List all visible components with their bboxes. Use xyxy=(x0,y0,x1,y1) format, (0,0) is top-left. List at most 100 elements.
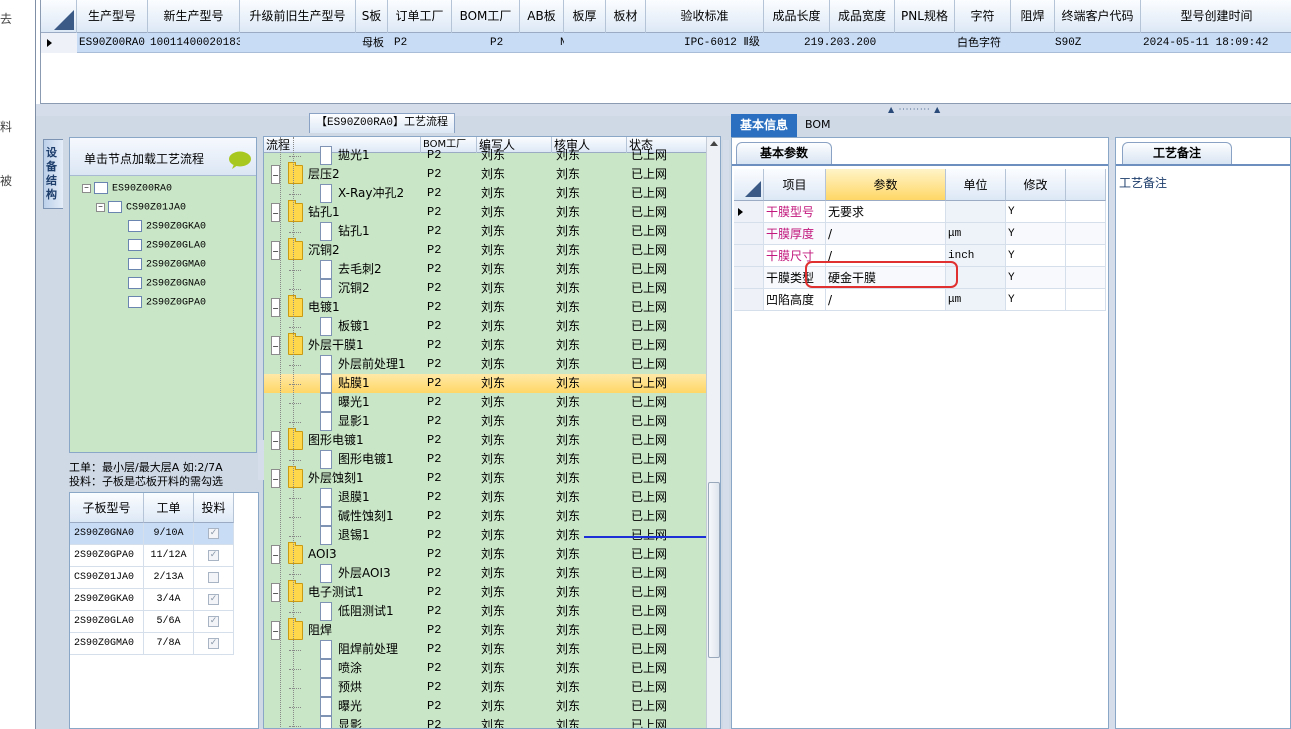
table-row[interactable]: ES90Z00RA0 10011400020183 母板 P2 P2 N IPC… xyxy=(41,33,1291,53)
process-row[interactable]: 外层前处理1 P2 刘东 刘东 已上网 xyxy=(264,355,706,374)
process-row[interactable]: 碱性蚀刻1 P2 刘东 刘东 已上网 xyxy=(264,507,706,526)
tab-process-remark[interactable]: 工艺备注 xyxy=(1122,142,1232,164)
col-header[interactable]: AB板 xyxy=(520,0,564,33)
order-cell[interactable]: 9/10A xyxy=(144,523,194,545)
tree-node-root[interactable]: − ES90Z00RA0 xyxy=(82,182,172,195)
collapse-icon[interactable]: − xyxy=(82,183,91,193)
param-value[interactable]: / xyxy=(826,289,946,311)
col-header[interactable]: BOM工厂 xyxy=(452,0,520,33)
feed-cell[interactable]: ✓ xyxy=(194,545,234,567)
process-row[interactable]: − 电镀1 P2 刘东 刘东 已上网 xyxy=(264,295,706,317)
process-row[interactable]: − 阻焊 P2 刘东 刘东 已上网 xyxy=(264,618,706,640)
feed-cell[interactable]: ✓ xyxy=(194,589,234,611)
vertical-splitter[interactable] xyxy=(723,140,729,729)
scroll-up-icon[interactable] xyxy=(710,141,718,146)
process-scrollbar[interactable] xyxy=(706,137,720,728)
collapse-icon[interactable]: − xyxy=(96,202,105,212)
col-header[interactable]: 子板型号 xyxy=(70,493,144,523)
feed-checkbox[interactable]: ✓ xyxy=(208,638,219,649)
collapse-icon[interactable]: − xyxy=(271,431,280,450)
col-header[interactable]: 订单工厂 xyxy=(388,0,452,33)
col-header[interactable]: 单位 xyxy=(946,169,1006,201)
process-row[interactable]: − 外层干膜1 P2 刘东 刘东 已上网 xyxy=(264,333,706,355)
process-row[interactable]: 图形电镀1 P2 刘东 刘东 已上网 xyxy=(264,450,706,469)
col-header[interactable]: 阻焊 xyxy=(1011,0,1055,33)
tree-node-leaf[interactable]: 2S90Z0GKA0 xyxy=(128,220,206,233)
table-row[interactable]: 2S90Z0GPA0 xyxy=(70,545,144,567)
tree-node-leaf[interactable]: 2S90Z0GNA0 xyxy=(128,277,206,290)
order-cell[interactable]: 5/6A xyxy=(144,611,194,633)
process-row[interactable]: − 钻孔1 P2 刘东 刘东 已上网 xyxy=(264,200,706,222)
col-header[interactable]: 终端客户代码 xyxy=(1055,0,1141,33)
process-row[interactable]: 沉铜2 P2 刘东 刘东 已上网 xyxy=(264,279,706,298)
corner-cell[interactable] xyxy=(41,0,77,33)
process-row[interactable]: − 图形电镀1 P2 刘东 刘东 已上网 xyxy=(264,428,706,450)
process-row[interactable]: 显影1 P2 刘东 刘东 已上网 xyxy=(264,412,706,431)
param-modify[interactable]: Y xyxy=(1006,267,1066,289)
process-row[interactable]: 喷涂 P2 刘东 刘东 已上网 xyxy=(264,659,706,678)
collapse-icon[interactable]: − xyxy=(271,621,280,640)
feed-checkbox[interactable]: ✓ xyxy=(208,550,219,561)
col-header[interactable]: S板 xyxy=(356,0,388,33)
param-unit[interactable]: μm xyxy=(946,223,1006,245)
process-row[interactable]: − AOI3 P2 刘东 刘东 已上网 xyxy=(264,542,706,564)
collapse-icon[interactable]: − xyxy=(271,298,280,317)
col-header[interactable]: 工单 xyxy=(144,493,194,523)
process-row[interactable]: 板镀1 P2 刘东 刘东 已上网 xyxy=(264,317,706,336)
param-unit[interactable] xyxy=(946,201,1006,223)
tree-node-child[interactable]: − CS90Z01JA0 xyxy=(96,201,186,214)
process-row[interactable]: 预烘 P2 刘东 刘东 已上网 xyxy=(264,678,706,697)
tab-basic-info[interactable]: 基本信息 xyxy=(731,114,797,137)
param-value[interactable]: 无要求 xyxy=(826,201,946,223)
param-unit[interactable]: μm xyxy=(946,289,1006,311)
param-modify[interactable]: Y xyxy=(1006,289,1066,311)
scroll-thumb[interactable] xyxy=(708,482,720,658)
tab-bom[interactable]: BOM xyxy=(805,118,831,131)
order-cell[interactable]: 3/4A xyxy=(144,589,194,611)
tree-node-leaf[interactable]: 2S90Z0GPA0 xyxy=(128,296,206,309)
col-header[interactable]: 项目 xyxy=(764,169,826,201)
col-header[interactable]: 投料 xyxy=(194,493,234,523)
tree-node-leaf[interactable]: 2S90Z0GLA0 xyxy=(128,239,206,252)
process-row[interactable]: 退膜1 P2 刘东 刘东 已上网 xyxy=(264,488,706,507)
feed-checkbox[interactable]: ✓ xyxy=(208,616,219,627)
process-row[interactable]: 显影 P2 刘东 刘东 已上网 xyxy=(264,716,706,728)
process-row[interactable]: 曝光 P2 刘东 刘东 已上网 xyxy=(264,697,706,716)
process-row[interactable]: 外层AOI3 P2 刘东 刘东 已上网 xyxy=(264,564,706,583)
col-header[interactable]: 成品长度 xyxy=(764,0,830,33)
collapse-icon[interactable]: − xyxy=(271,545,280,564)
process-row[interactable]: − 外层蚀刻1 P2 刘东 刘东 已上网 xyxy=(264,466,706,488)
param-value[interactable]: / xyxy=(826,223,946,245)
col-header[interactable]: 验收标准 xyxy=(646,0,764,33)
collapse-icon[interactable]: − xyxy=(271,336,280,355)
tab-equipment-structure[interactable]: 设备结构 xyxy=(43,139,63,209)
feed-checkbox[interactable]: ✓ xyxy=(208,594,219,605)
col-header[interactable]: PNL规格 xyxy=(895,0,955,33)
param-modify[interactable]: Y xyxy=(1006,201,1066,223)
table-row[interactable]: CS90Z01JA0 xyxy=(70,567,144,589)
feed-checkbox[interactable] xyxy=(208,572,219,583)
collapse-icon[interactable]: − xyxy=(271,469,280,488)
col-header[interactable]: 字符 xyxy=(955,0,1011,33)
col-header[interactable]: 升级前旧生产型号 xyxy=(240,0,356,33)
table-row[interactable]: 2S90Z0GKA0 xyxy=(70,589,144,611)
feed-cell[interactable]: ✓ xyxy=(194,633,234,655)
collapse-icon[interactable]: − xyxy=(271,165,280,184)
col-header[interactable]: 型号创建时间 xyxy=(1141,0,1291,33)
order-cell[interactable]: 11/12A xyxy=(144,545,194,567)
param-modify[interactable]: Y xyxy=(1006,223,1066,245)
process-row[interactable]: X-Ray冲孔2 P2 刘东 刘东 已上网 xyxy=(264,184,706,203)
table-row[interactable]: 凹陷高度 xyxy=(764,289,826,311)
col-header[interactable]: 生产型号 xyxy=(77,0,148,33)
process-row[interactable]: 贴膜1 P2 刘东 刘东 已上网 xyxy=(264,374,706,393)
order-cell[interactable]: 7/8A xyxy=(144,633,194,655)
col-header[interactable]: 板厚 xyxy=(564,0,606,33)
col-header[interactable]: 修改 xyxy=(1006,169,1066,201)
col-header[interactable]: 板材 xyxy=(606,0,646,33)
process-row[interactable]: 拋光1 P2 刘东 刘东 已上网 xyxy=(264,146,706,165)
process-row[interactable]: − 沉铜2 P2 刘东 刘东 已上网 xyxy=(264,238,706,260)
feed-cell[interactable]: ✓ xyxy=(194,523,234,545)
col-header[interactable]: 参数 xyxy=(826,169,946,201)
table-row[interactable]: 2S90Z0GNA0 xyxy=(70,523,144,545)
process-row[interactable]: 去毛刺2 P2 刘东 刘东 已上网 xyxy=(264,260,706,279)
